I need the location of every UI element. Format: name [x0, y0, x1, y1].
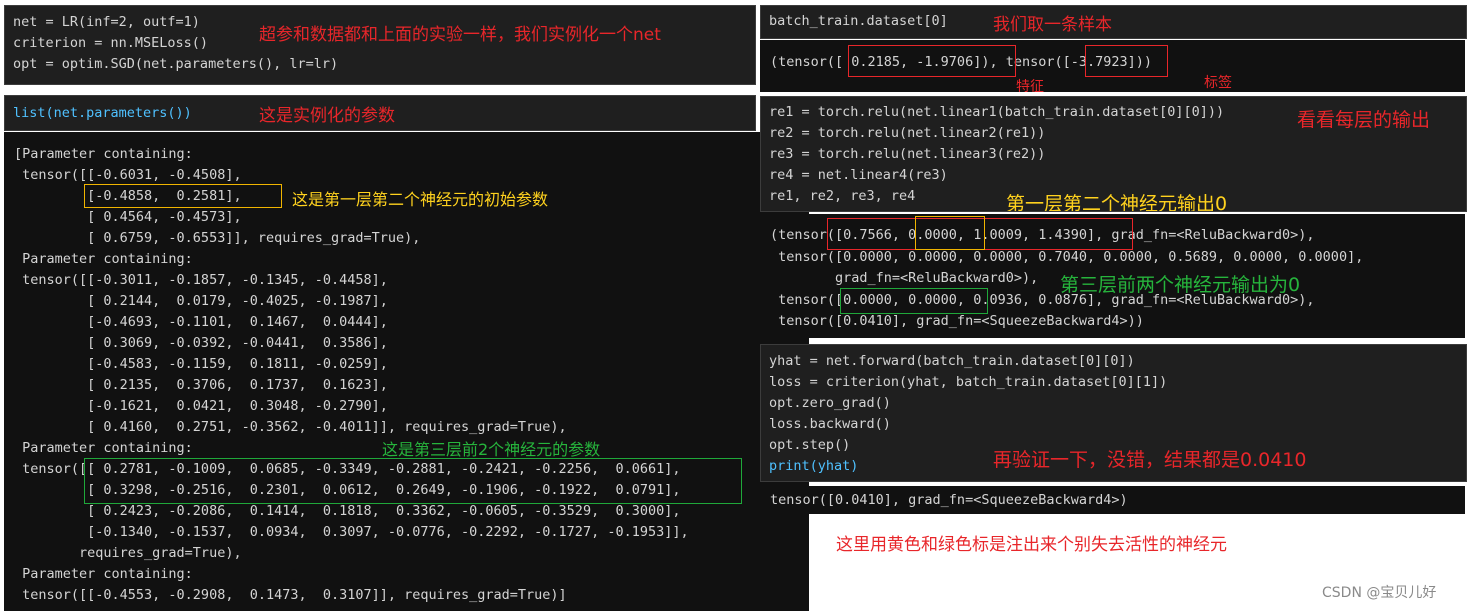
code-line: re3 = torch.relu(net.linear3(re2))	[769, 146, 1046, 162]
highlight-box-red	[1085, 45, 1168, 77]
left-output-cell: [Parameter containing: tensor([[-0.6031,…	[4, 132, 809, 611]
output-line: [ 0.2423, -0.2086, 0.1414, 0.1818, 0.336…	[14, 503, 681, 519]
highlight-box-red	[848, 45, 1016, 77]
output-line: [Parameter containing:	[14, 146, 193, 162]
code-line: net = LR(inf=2, outf=1)	[13, 14, 200, 30]
right-code-cell-3[interactable]: yhat = net.forward(batch_train.dataset[0…	[760, 344, 1467, 482]
code-line: loss = criterion(yhat, batch_train.datas…	[769, 374, 1168, 390]
annotation-note: 再验证一下，没错，结果都是0.0410	[993, 449, 1307, 471]
right-output-cell-3: tensor([0.0410], grad_fn=<SqueezeBackwar…	[760, 486, 1465, 514]
annotation-note: 看看每层的输出	[1297, 109, 1431, 131]
output-line: Parameter containing:	[14, 566, 193, 582]
output-line: Parameter containing:	[14, 251, 193, 267]
output-line: [-0.4693, -0.1101, 0.1467, 0.0444],	[14, 314, 388, 330]
output-line: tensor([0.0410], grad_fn=<SqueezeBackwar…	[770, 492, 1128, 508]
output-line: requires_grad=True),	[14, 545, 242, 561]
highlight-box-yellow	[915, 216, 985, 250]
annotation-note: 我们取一条样本	[993, 15, 1112, 35]
code-line: print(yhat)	[769, 458, 859, 474]
code-line: opt = optim.SGD(net.parameters(), lr=lr)	[13, 56, 339, 72]
output-line: tensor([[-0.3011, -0.1857, -0.1345, -0.4…	[14, 272, 388, 288]
output-line: [-0.1340, -0.1537, 0.0934, 0.3097, -0.07…	[14, 524, 689, 540]
annotation-note: 这是第一层第二个神经元的初始参数	[292, 190, 549, 209]
highlight-box-yellow	[84, 184, 282, 208]
annotation-note: 第一层第二个神经元输出0	[1006, 193, 1228, 212]
code-line: opt.step()	[769, 437, 851, 453]
left-code-cell-1[interactable]: net = LR(inf=2, outf=1) criterion = nn.M…	[4, 5, 756, 85]
output-line: [-0.4583, -0.1159, 0.1811, -0.0259],	[14, 356, 388, 372]
output-line: [ 0.2144, 0.0179, -0.4025, -0.1987],	[14, 293, 388, 309]
output-line: tensor([0.0000, 0.0000, 0.0000, 0.7040, …	[770, 249, 1364, 265]
output-line: grad_fn=<ReluBackward0>),	[770, 270, 1039, 286]
output-line: [ 0.6759, -0.6553]], requires_grad=True)…	[14, 230, 421, 246]
highlight-box-green	[840, 288, 988, 314]
output-line: Parameter containing:	[14, 440, 193, 456]
output-line: [ 0.4160, 0.2751, -0.3562, -0.4011]], re…	[14, 419, 567, 435]
code-line: re1 = torch.relu(net.linear1(batch_train…	[769, 104, 1225, 120]
left-code-cell-2[interactable]: list(net.parameters()) 这是实例化的参数	[4, 95, 756, 131]
code-line: list(net.parameters())	[13, 105, 192, 121]
watermark: CSDN @宝贝儿好	[1322, 585, 1437, 601]
label-target: 标签	[1204, 75, 1232, 91]
code-line: re2 = torch.relu(net.linear2(re1))	[769, 125, 1046, 141]
annotation-note: 第三层前两个神经元输出为0	[1060, 274, 1301, 296]
footer-note: 这里用黄色和绿色标是注出来个别失去活性的神经元	[836, 535, 1227, 555]
output-line: tensor([[-0.6031, -0.4508],	[14, 167, 242, 183]
output-line: tensor([[-0.4553, -0.2908, 0.1473, 0.310…	[14, 587, 567, 603]
code-line: re1, re2, re3, re4	[769, 188, 916, 204]
code-line: criterion = nn.MSELoss()	[13, 35, 209, 51]
label-feature: 特征	[1016, 79, 1044, 92]
output-line: [-0.1621, 0.0421, 0.3048, -0.2790],	[14, 398, 388, 414]
right-output-cell-1: (tensor([ 0.2185, -1.9706]), tensor([-3.…	[760, 40, 1465, 92]
annotation-note: 超参和数据都和上面的实验一样，我们实例化一个net	[259, 25, 661, 45]
code-line: opt.zero_grad()	[769, 395, 891, 411]
right-code-cell-1[interactable]: batch_train.dataset[0] 我们取一条样本	[760, 5, 1467, 39]
output-line: tensor([0.0410], grad_fn=<SqueezeBackwar…	[770, 313, 1144, 329]
code-line: batch_train.dataset[0]	[769, 13, 948, 29]
code-line: re4 = net.linear4(re3)	[769, 167, 948, 183]
output-line: [ 0.2135, 0.3706, 0.1737, 0.1623],	[14, 377, 388, 393]
right-output-cell-2: (tensor([0.7566, 0.0000, 1.0009, 1.4390]…	[760, 214, 1465, 338]
code-line: loss.backward()	[769, 416, 891, 432]
right-code-cell-2[interactable]: re1 = torch.relu(net.linear1(batch_train…	[760, 96, 1467, 212]
annotation-note: 这是第三层前2个神经元的参数	[382, 440, 601, 459]
output-line: [ 0.4564, -0.4573],	[14, 209, 242, 225]
annotation-note: 这是实例化的参数	[259, 106, 395, 126]
code-line: yhat = net.forward(batch_train.dataset[0…	[769, 353, 1135, 369]
output-line: [ 0.3069, -0.0392, -0.0441, 0.3586],	[14, 335, 388, 351]
highlight-box-green	[84, 458, 742, 504]
